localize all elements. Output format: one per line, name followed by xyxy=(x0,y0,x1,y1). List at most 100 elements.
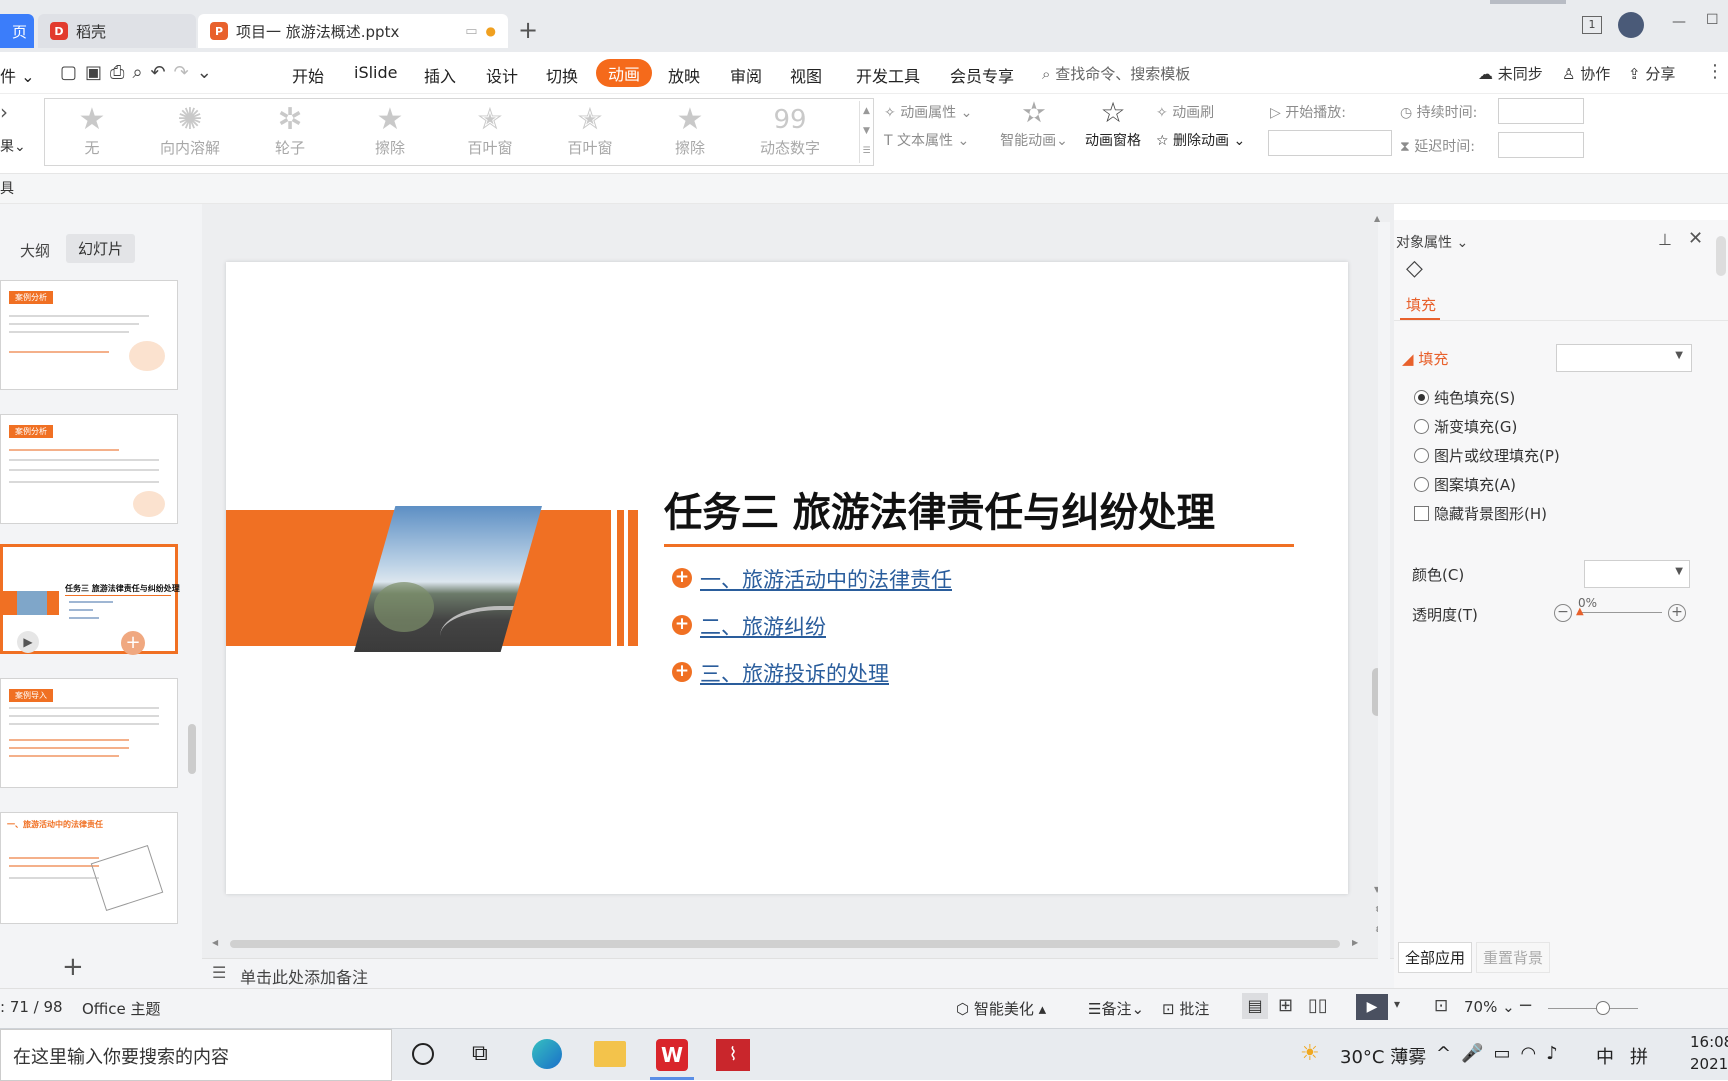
transparency-slider[interactable] xyxy=(1578,612,1662,613)
gallery-item-wipe[interactable]: ★ 擦除 xyxy=(345,103,435,158)
gallery-item-blinds[interactable]: ✭ 百叶窗 xyxy=(445,103,535,158)
theme-name[interactable]: Office 主题 xyxy=(82,998,161,1019)
slide-thumbnail[interactable]: 案例分析 xyxy=(0,414,178,524)
menu-insert[interactable]: 插入 xyxy=(424,63,456,87)
tab-slides[interactable]: 幻灯片 xyxy=(66,234,136,263)
panel-scrollbar[interactable] xyxy=(1716,236,1726,276)
delete-anim-button[interactable]: ☆ 删除动画 ⌄ xyxy=(1156,130,1245,150)
collab-button[interactable]: ♙ 协作 xyxy=(1562,63,1610,84)
smart-beautify-button[interactable]: ⬡ 智能美化 ▴ xyxy=(956,998,1046,1019)
menu-developer[interactable]: 开发工具 xyxy=(856,63,920,87)
minimize-button[interactable]: — xyxy=(1672,14,1686,30)
clock[interactable]: 16:08 2021/9/ xyxy=(1690,1031,1728,1075)
command-search[interactable]: ⌕ 查找命令、搜索模板 xyxy=(1042,63,1190,84)
window-icon[interactable]: ▭ xyxy=(465,24,477,39)
apply-all-button[interactable]: 全部应用 xyxy=(1398,942,1473,973)
tray-expand-icon[interactable]: ^ xyxy=(1436,1043,1461,1064)
h-scroll-thumb[interactable] xyxy=(230,940,1340,948)
gallery-item-wipe-2[interactable]: ★ 擦除 xyxy=(645,103,735,158)
navigator-scrollbar[interactable] xyxy=(188,724,196,774)
zoom-slider[interactable] xyxy=(1548,1008,1638,1009)
undo-icon[interactable]: ↶ xyxy=(151,62,174,83)
tab-daoke[interactable]: D 稻壳 xyxy=(38,14,196,48)
scroll-right-icon[interactable]: ▶ xyxy=(1352,938,1358,947)
task-view-icon[interactable]: ⧉ xyxy=(472,1041,488,1066)
fill-section-header[interactable]: ◢ 填充 xyxy=(1402,348,1448,369)
slide-link-2[interactable]: 二、旅游纠纷 xyxy=(700,611,826,641)
text-props-button[interactable]: T 文本属性 ⌄ xyxy=(884,130,969,150)
menu-slideshow[interactable]: 放映 xyxy=(668,63,700,87)
slide-thumbnail[interactable]: 一、旅游活动中的法律责任 xyxy=(0,812,178,924)
sorter-view-icon[interactable]: ⊞ xyxy=(1278,995,1293,1016)
effects-icon[interactable]: › xyxy=(0,100,8,124)
radio-solid-fill[interactable] xyxy=(1414,390,1429,405)
wps-icon[interactable]: W xyxy=(656,1039,688,1071)
ime-pinyin[interactable]: 拼 xyxy=(1630,1043,1648,1069)
smart-anim-button[interactable]: ✫ 智能动画⌄ xyxy=(996,96,1072,150)
edge-icon[interactable] xyxy=(532,1039,562,1069)
volume-icon[interactable]: ♪ xyxy=(1546,1043,1568,1064)
slider-thumb[interactable]: ▲ xyxy=(1576,606,1584,617)
tab-outline[interactable]: 大纲 xyxy=(20,240,50,261)
plus-icon[interactable]: + xyxy=(1668,604,1686,622)
notes-toggle[interactable]: ☰备注⌄ xyxy=(1088,998,1144,1019)
redo-icon[interactable]: ↷ xyxy=(174,62,197,83)
gallery-item-wheel[interactable]: ✲ 轮子 xyxy=(245,103,335,158)
comment-button[interactable]: ⊡ 批注 xyxy=(1162,998,1209,1019)
quick-access-toolbar[interactable]: ▢▣⎙⌕↶↷⌄ xyxy=(60,62,220,83)
weather-text[interactable]: 30°C 薄雾 xyxy=(1340,1043,1426,1069)
export-icon[interactable]: ▣ xyxy=(85,62,110,83)
menu-design[interactable]: 设计 xyxy=(486,63,518,87)
menu-animation[interactable]: 动画 xyxy=(596,59,653,87)
preview-icon[interactable]: ⌕ xyxy=(132,62,150,83)
slide-link-3[interactable]: 三、旅游投诉的处理 xyxy=(700,658,889,688)
add-slide-button[interactable]: + xyxy=(62,952,84,982)
horizontal-scrollbar[interactable]: ◀ ▶ xyxy=(212,938,1360,950)
play-icon[interactable]: ▶ xyxy=(17,631,39,653)
anim-props-button[interactable]: ✧ 动画属性 ⌄ xyxy=(884,102,972,122)
new-tab-button[interactable]: + xyxy=(518,16,538,44)
file-explorer-icon[interactable] xyxy=(594,1041,626,1067)
app-icon[interactable]: ⌇ xyxy=(716,1039,750,1071)
fill-bucket-icon[interactable]: ◇ xyxy=(1406,256,1423,281)
radio-gradient-fill[interactable] xyxy=(1414,419,1429,434)
workspace-badge[interactable]: 1 xyxy=(1582,16,1602,34)
slide[interactable]: 任务三 旅游法律责任与纠纷处理 + 一、旅游活动中的法律责任 + 二、旅游纠纷 … xyxy=(226,262,1348,894)
add-slide-icon[interactable]: + xyxy=(121,631,145,655)
normal-view-icon[interactable]: ▤ xyxy=(1242,993,1268,1019)
reading-view-icon[interactable]: ▯▯ xyxy=(1308,995,1328,1016)
radio-picture-fill[interactable] xyxy=(1414,448,1429,463)
print-icon[interactable]: ⎙ xyxy=(110,62,132,83)
gallery-scroll[interactable]: ▲ ▼ ☰ xyxy=(859,101,873,163)
sync-status[interactable]: ☁ 未同步 xyxy=(1478,63,1543,84)
minus-icon[interactable]: − xyxy=(1554,604,1572,622)
tab-document[interactable]: P 项目一 旅游法概述.pptx ▭ ● xyxy=(198,14,508,48)
tab-fill[interactable]: 填充 xyxy=(1406,294,1436,315)
notes-bar[interactable]: ☰ 单击此处添加备注 xyxy=(202,958,1394,988)
gallery-item-dynamic-number[interactable]: 99 动态数字 xyxy=(745,103,835,158)
duration-input[interactable] xyxy=(1498,98,1584,124)
menu-file[interactable]: 件 ⌄ xyxy=(0,63,35,87)
hide-bg-checkbox[interactable] xyxy=(1414,506,1429,521)
slide-thumbnail-selected[interactable]: 任务三 旅游法律责任与纠纷处理 ▶ + xyxy=(0,544,180,655)
scroll-left-icon[interactable]: ◀ xyxy=(212,938,218,947)
slide-thumbnail[interactable]: 案例分析 xyxy=(0,280,178,390)
slide-thumbnail[interactable]: 案例导入 xyxy=(0,678,178,788)
battery-icon[interactable]: ▭ xyxy=(1494,1043,1521,1064)
avatar[interactable] xyxy=(1618,12,1644,38)
zoom-slider-thumb[interactable] xyxy=(1596,1001,1610,1015)
system-tray[interactable]: ^🎤▭◠♪ xyxy=(1436,1043,1568,1064)
radio-pattern-fill[interactable] xyxy=(1414,477,1429,492)
color-picker[interactable]: ▼ xyxy=(1584,560,1690,588)
menu-member[interactable]: 会员专享 xyxy=(950,63,1014,87)
more-icon[interactable]: ⌄ xyxy=(197,62,220,83)
cortana-icon[interactable] xyxy=(412,1043,434,1065)
fit-window-icon[interactable]: ⊡ xyxy=(1434,996,1448,1016)
save-icon[interactable]: ▢ xyxy=(60,62,85,83)
pin-icon[interactable]: ⊥ xyxy=(1658,230,1672,249)
menu-islide[interactable]: iSlide xyxy=(354,63,398,82)
reset-background-button[interactable]: 重置背景 xyxy=(1476,942,1551,973)
menu-review[interactable]: 审阅 xyxy=(730,63,762,87)
taskbar-search[interactable]: 在这里输入你要搜索的内容 xyxy=(0,1029,392,1081)
panel-title[interactable]: 对象属性 ⌄ xyxy=(1396,232,1468,252)
